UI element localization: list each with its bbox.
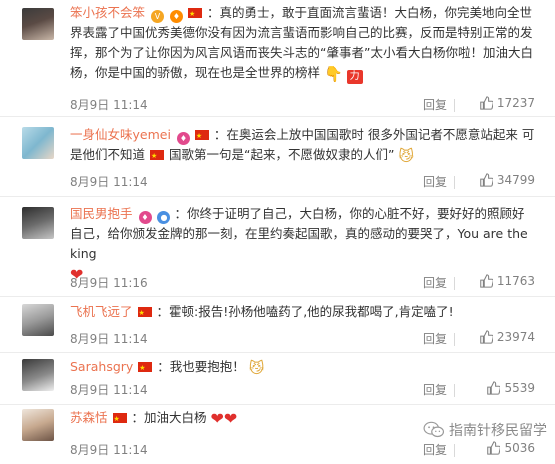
thumb-up-icon — [480, 96, 493, 110]
china-flag-icon — [138, 358, 153, 378]
username-link[interactable]: Sarahsgry — [70, 359, 133, 374]
reply-button[interactable]: 回复 — [423, 173, 447, 190]
timestamp: 8月9日 11:14 — [70, 98, 148, 112]
timestamp: 8月9日 11:14 — [70, 383, 148, 397]
comment-body: 国民男抱手 ♦ ● ：你终于证明了自己，大白杨，你的心脏不好，要好好的照顾好自己… — [70, 204, 535, 284]
comment-text: ：加油大白杨 — [131, 410, 207, 425]
china-flag-icon — [187, 4, 202, 24]
watermark: 指南针移民留学 — [423, 420, 547, 440]
avatar[interactable] — [22, 8, 54, 40]
divider — [454, 99, 455, 112]
timestamp: 8月9日 11:14 — [70, 332, 148, 346]
thumb-up-icon — [487, 381, 501, 395]
username-link[interactable]: 国民男抱手 — [70, 206, 133, 221]
china-flag-icon — [194, 126, 209, 146]
verified-icon: V — [151, 10, 164, 23]
reply-button[interactable]: 回复 — [423, 274, 447, 291]
avatar[interactable] — [22, 127, 54, 159]
username-link[interactable]: 苏森恬 — [70, 410, 108, 425]
doge-emoji-icon: 😼 — [398, 147, 415, 165]
doge-emoji-icon: 😼 — [248, 359, 265, 377]
thumb-emoji-icon: 👇 — [324, 65, 343, 83]
member-icon: ♦ — [169, 10, 183, 23]
comment-text: 国歌第一句是“起来，不愿做奴隶的人们” — [168, 147, 395, 162]
comment-item: 笨小孩不会笨 V ♦ ：真的勇士，敢于直面流言蜚语！大白杨，你完美地向全世界表露… — [0, 0, 555, 117]
like-button[interactable]: 5036 — [486, 441, 535, 455]
thumb-up-icon — [480, 330, 493, 344]
avatar[interactable] — [22, 409, 54, 441]
comment-body: 飞机飞远了 ：霍顿:报告!孙杨他嗑药了,他的尿我都喝了,肯定嗑了! — [70, 302, 535, 323]
avatar[interactable] — [22, 207, 54, 239]
china-flag-icon — [150, 146, 164, 166]
divider — [454, 444, 455, 457]
divider — [454, 176, 455, 189]
china-flag-icon — [112, 409, 127, 429]
timestamp: 8月9日 11:14 — [70, 443, 148, 457]
comment-footer: 8月9日 11:14 回复 23974 — [70, 330, 535, 350]
reply-button[interactable]: 回复 — [423, 441, 447, 458]
username-link[interactable]: 笨小孩不会笨 — [70, 5, 145, 20]
comment-footer: 8月9日 11:14 回复 5036 — [70, 441, 535, 461]
power-emoji-icon: 力 — [346, 70, 363, 84]
like-count: 11763 — [496, 274, 535, 288]
divider — [454, 384, 455, 397]
comment-item: Sarahsgry ：我也要抱抱！ 😼 8月9日 11:14 回复 5539 — [0, 353, 555, 405]
heart-emoji-icon: ❤ — [223, 409, 238, 428]
comment-footer: 8月9日 11:16 回复 11763 — [70, 274, 535, 294]
like-button[interactable]: 5539 — [486, 381, 535, 395]
comment-footer: 8月9日 11:14 回复 5539 — [70, 381, 535, 401]
comment-body: Sarahsgry ：我也要抱抱！ 😼 — [70, 357, 535, 378]
like-button[interactable]: 23974 — [479, 330, 535, 344]
comment-item: 飞机飞远了 ：霍顿:报告!孙杨他嗑药了,他的尿我都喝了,肯定嗑了! 8月9日 1… — [0, 297, 555, 353]
timestamp: 8月9日 11:14 — [70, 175, 148, 189]
timestamp: 8月9日 11:16 — [70, 276, 148, 290]
like-button[interactable]: 34799 — [479, 173, 535, 187]
watermark-text: 指南针移民留学 — [449, 423, 547, 439]
heart-emoji-icon: ❤ — [210, 409, 224, 428]
comment-item: 一身仙女味yemei ♦ ：在奥运会上放中国国歌时 很多外国记者不愿意站起来 可… — [0, 117, 555, 197]
comment-body: 一身仙女味yemei ♦ ：在奥运会上放中国国歌时 很多外国记者不愿意站起来 可… — [70, 125, 535, 166]
avatar[interactable] — [22, 359, 54, 391]
member-icon: ♦ — [176, 132, 190, 145]
username-link[interactable]: 飞机飞远了 — [70, 304, 133, 319]
like-button[interactable]: 11763 — [479, 274, 535, 288]
thumb-up-icon — [480, 173, 493, 187]
reply-button[interactable]: 回复 — [423, 96, 447, 113]
like-count: 23974 — [496, 330, 535, 344]
reply-button[interactable]: 回复 — [423, 330, 447, 347]
comment-body: 笨小孩不会笨 V ♦ ：真的勇士，敢于直面流言蜚语！大白杨，你完美地向全世界表露… — [70, 3, 535, 84]
like-count: 5539 — [504, 381, 535, 395]
username-link[interactable]: 一身仙女味yemei — [70, 127, 171, 142]
thumb-up-icon — [480, 274, 493, 288]
balloon-icon: ● — [157, 211, 171, 224]
comment-footer: 8月9日 11:14 回复 34799 — [70, 173, 535, 193]
like-count: 34799 — [496, 173, 535, 187]
like-count: 5036 — [504, 441, 535, 455]
china-flag-icon — [137, 303, 152, 323]
thumb-up-icon — [487, 441, 501, 455]
comment-text: ：霍顿:报告!孙杨他嗑药了,他的尿我都喝了,肯定嗑了! — [156, 304, 454, 319]
avatar[interactable] — [22, 304, 54, 336]
like-button[interactable]: 17237 — [479, 96, 535, 110]
like-count: 17237 — [496, 96, 535, 110]
reply-button[interactable]: 回复 — [423, 381, 447, 398]
comment-item: 国民男抱手 ♦ ● ：你终于证明了自己，大白杨，你的心脏不好，要好好的照顾好自己… — [0, 197, 555, 297]
divider — [454, 277, 455, 290]
member-icon: ♦ — [138, 211, 152, 224]
comment-text: ：我也要抱抱！ — [157, 359, 245, 374]
wechat-logo-icon — [423, 421, 445, 438]
divider — [454, 333, 455, 346]
comment-footer: 8月9日 11:14 回复 17237 — [70, 96, 535, 116]
